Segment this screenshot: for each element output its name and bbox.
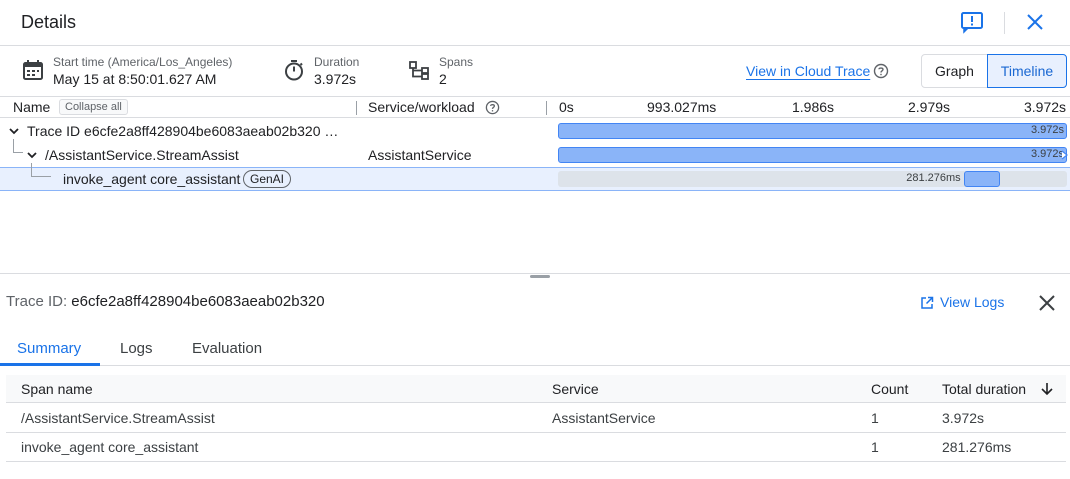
table-row[interactable]: /AssistantService.StreamAssist Assistant… bbox=[6, 404, 1066, 433]
col-span-name[interactable]: Span name bbox=[21, 381, 93, 397]
span-name: /AssistantService.StreamAssist bbox=[45, 147, 239, 163]
trace-row[interactable]: Trace ID e6cfe2a8ff428904be6083aeab02b32… bbox=[0, 119, 1070, 143]
chevron-down-icon[interactable] bbox=[26, 149, 38, 161]
trace-id-heading: Trace ID: e6cfe2a8ff428904be6083aeab02b3… bbox=[6, 293, 325, 310]
column-resize-handle[interactable] bbox=[546, 101, 547, 115]
span-row[interactable]: /AssistantService.StreamAssist Assistant… bbox=[0, 139, 1070, 167]
timeline-tick: 1.986s bbox=[792, 99, 835, 115]
table-row[interactable]: invoke_agent core_assistant 1 281.276ms bbox=[6, 433, 1066, 462]
span-bar[interactable] bbox=[558, 147, 1067, 163]
tab-evaluation[interactable]: Evaluation bbox=[192, 340, 262, 357]
header-divider bbox=[1004, 12, 1005, 34]
trace-id-name: Trace ID e6cfe2a8ff428904be6083aeab02b32… bbox=[27, 123, 339, 139]
close-icon[interactable] bbox=[1036, 292, 1058, 314]
col-total-duration[interactable]: Total duration bbox=[942, 381, 1026, 397]
detail-tabs: Summary Logs Evaluation bbox=[0, 328, 1070, 366]
timeline-tick: 3.972s bbox=[1024, 99, 1067, 115]
view-toggle: Graph Timeline bbox=[921, 54, 1067, 88]
feedback-icon[interactable] bbox=[959, 9, 985, 35]
genai-badge: GenAI bbox=[243, 170, 292, 188]
collapse-all-button[interactable]: Collapse all bbox=[59, 99, 128, 115]
timeline-tick: 2.979s bbox=[908, 99, 951, 115]
trace-table-header: Name Collapse all Service/workload 0s 99… bbox=[0, 96, 1070, 118]
resize-handle[interactable] bbox=[530, 275, 550, 278]
bar-end-marker-icon bbox=[1061, 150, 1068, 160]
spans-tree-icon bbox=[409, 61, 429, 80]
col-service[interactable]: Service bbox=[552, 381, 599, 397]
timeline-view-button[interactable]: Timeline bbox=[987, 54, 1067, 88]
tab-summary[interactable]: Summary bbox=[17, 340, 81, 357]
col-name[interactable]: Name bbox=[13, 99, 50, 115]
trace-meta: Start time (America/Los_Angeles) May 15 … bbox=[0, 47, 1070, 95]
tree-connector bbox=[31, 163, 51, 177]
tree-connector bbox=[13, 139, 23, 153]
span-duration-label: 281.276ms bbox=[906, 172, 961, 184]
details-header: Details bbox=[0, 0, 1070, 46]
tab-logs[interactable]: Logs bbox=[120, 340, 153, 357]
span-bar[interactable] bbox=[558, 123, 1067, 139]
chevron-down-icon[interactable] bbox=[8, 125, 20, 137]
close-icon[interactable] bbox=[1023, 10, 1047, 34]
arrow-down-icon[interactable] bbox=[1040, 382, 1054, 396]
span-duration-label: 3.972s bbox=[1030, 148, 1064, 160]
view-in-cloud-trace-link[interactable]: View in Cloud Trace bbox=[746, 63, 870, 79]
span-row-selected[interactable]: invoke_agent core_assistant GenAI 281.27… bbox=[0, 163, 1070, 191]
page-title: Details bbox=[21, 12, 77, 32]
active-tab-indicator bbox=[0, 363, 100, 366]
timeline-tick: 993.027ms bbox=[647, 99, 717, 115]
timeline-tick: 0s bbox=[559, 99, 574, 115]
summary-table-header: Span name Service Count Total duration bbox=[6, 375, 1066, 403]
col-service[interactable]: Service/workload bbox=[368, 99, 475, 115]
open-in-new-icon[interactable] bbox=[920, 296, 934, 310]
graph-view-button[interactable]: Graph bbox=[921, 54, 988, 88]
column-resize-handle[interactable] bbox=[356, 101, 357, 115]
span-bar[interactable] bbox=[963, 171, 1000, 187]
view-logs-link[interactable]: View Logs bbox=[940, 294, 1004, 310]
span-service: AssistantService bbox=[368, 147, 472, 163]
panel-divider bbox=[0, 273, 1070, 274]
span-name: invoke_agent core_assistant bbox=[63, 171, 241, 187]
col-count[interactable]: Count bbox=[871, 381, 908, 397]
span-duration-label: 3.972s bbox=[1030, 124, 1064, 136]
timer-icon bbox=[285, 60, 303, 81]
help-icon[interactable] bbox=[873, 63, 889, 79]
calendar-icon bbox=[23, 60, 43, 80]
trace-id-value: e6cfe2a8ff428904be6083aeab02b320 bbox=[71, 293, 325, 310]
help-icon[interactable] bbox=[485, 100, 500, 115]
